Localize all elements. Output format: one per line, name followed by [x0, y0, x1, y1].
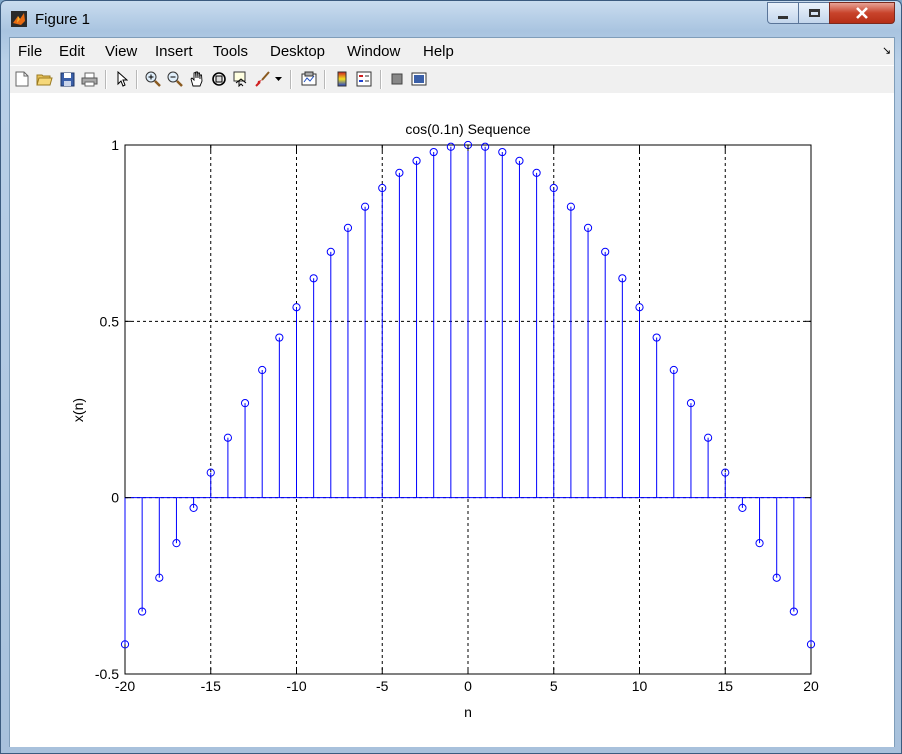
- stem-plot[interactable]: -20 -15 -10 -5 0 5 10 15 20-0.500.51 cos(0.1n) S…: [10, 93, 894, 747]
- chart-title: cos(0.1n) Sequence: [405, 121, 531, 137]
- title-bar[interactable]: Figure 1: [1, 1, 901, 37]
- menu-file[interactable]: File: [18, 43, 42, 60]
- x-tick-label: 15: [717, 678, 733, 694]
- menu-desktop[interactable]: Desktop: [270, 43, 325, 60]
- y-axis-label: x(n): [70, 398, 86, 422]
- y-tick-label: 0.5: [100, 313, 120, 329]
- colorbar-icon[interactable]: [333, 70, 351, 88]
- toolbar-separator: [136, 70, 138, 89]
- maximize-button[interactable]: [798, 2, 830, 24]
- matlab-logo-icon: [11, 11, 27, 27]
- figure-toolbar: [10, 65, 894, 94]
- x-tick-label: -15: [201, 678, 221, 694]
- x-tick-label: 10: [632, 678, 648, 694]
- y-tick-label: -0.5: [95, 666, 119, 682]
- rotate-3d-icon[interactable]: [210, 70, 228, 88]
- menu-view[interactable]: View: [105, 43, 137, 60]
- zoom-out-icon[interactable]: [166, 70, 184, 88]
- close-button[interactable]: [829, 2, 895, 24]
- x-tick-label: -10: [286, 678, 306, 694]
- figure-client-area: File Edit View Insert Tools Desktop Wind…: [9, 37, 895, 747]
- toolbar-separator: [380, 70, 382, 89]
- toolbar-separator: [105, 70, 107, 89]
- data-cursor-icon[interactable]: [232, 70, 250, 88]
- y-tick-label: 0: [111, 490, 119, 506]
- menu-tools[interactable]: Tools: [213, 43, 248, 60]
- print-icon[interactable]: [80, 70, 98, 88]
- menu-window[interactable]: Window: [347, 43, 400, 60]
- x-tick-label: 20: [803, 678, 819, 694]
- link-plot-icon[interactable]: [300, 70, 318, 88]
- pan-hand-icon[interactable]: [188, 70, 206, 88]
- menu-help[interactable]: Help: [423, 43, 454, 60]
- dock-arrow-icon[interactable]: ↘: [882, 44, 891, 57]
- toolbar-separator: [290, 70, 292, 89]
- window-title: Figure 1: [35, 11, 91, 28]
- y-tick-label: 1: [111, 137, 119, 153]
- open-file-icon[interactable]: [35, 70, 53, 88]
- minimize-button[interactable]: [767, 2, 799, 24]
- menu-bar: File Edit View Insert Tools Desktop Wind…: [10, 38, 894, 65]
- zoom-in-icon[interactable]: [144, 70, 162, 88]
- x-tick-label: -5: [376, 678, 389, 694]
- menu-insert[interactable]: Insert: [155, 43, 193, 60]
- figure-window: Figure 1 File Edit View Insert Tools Des…: [0, 0, 902, 754]
- hide-plot-tools-icon[interactable]: [388, 70, 406, 88]
- pointer-icon[interactable]: [113, 70, 131, 88]
- x-tick-label: 5: [550, 678, 558, 694]
- figure-canvas[interactable]: -20 -15 -10 -5 0 5 10 15 20 -0.5 0 0.5 1 cos(0.1n) S…: [10, 93, 894, 747]
- new-figure-icon[interactable]: [13, 70, 31, 88]
- x-tick-label: 0: [464, 678, 472, 694]
- brush-dropdown-icon[interactable]: [273, 70, 283, 88]
- close-icon: [856, 7, 868, 19]
- minimize-icon: [778, 15, 788, 19]
- toolbar-separator: [324, 70, 326, 89]
- brush-icon[interactable]: [254, 70, 272, 88]
- maximize-icon: [808, 9, 820, 17]
- menu-edit[interactable]: Edit: [59, 43, 85, 60]
- legend-icon[interactable]: [355, 70, 373, 88]
- save-icon[interactable]: [58, 70, 76, 88]
- x-axis-label: n: [464, 704, 472, 720]
- show-plot-tools-icon[interactable]: [410, 70, 428, 88]
